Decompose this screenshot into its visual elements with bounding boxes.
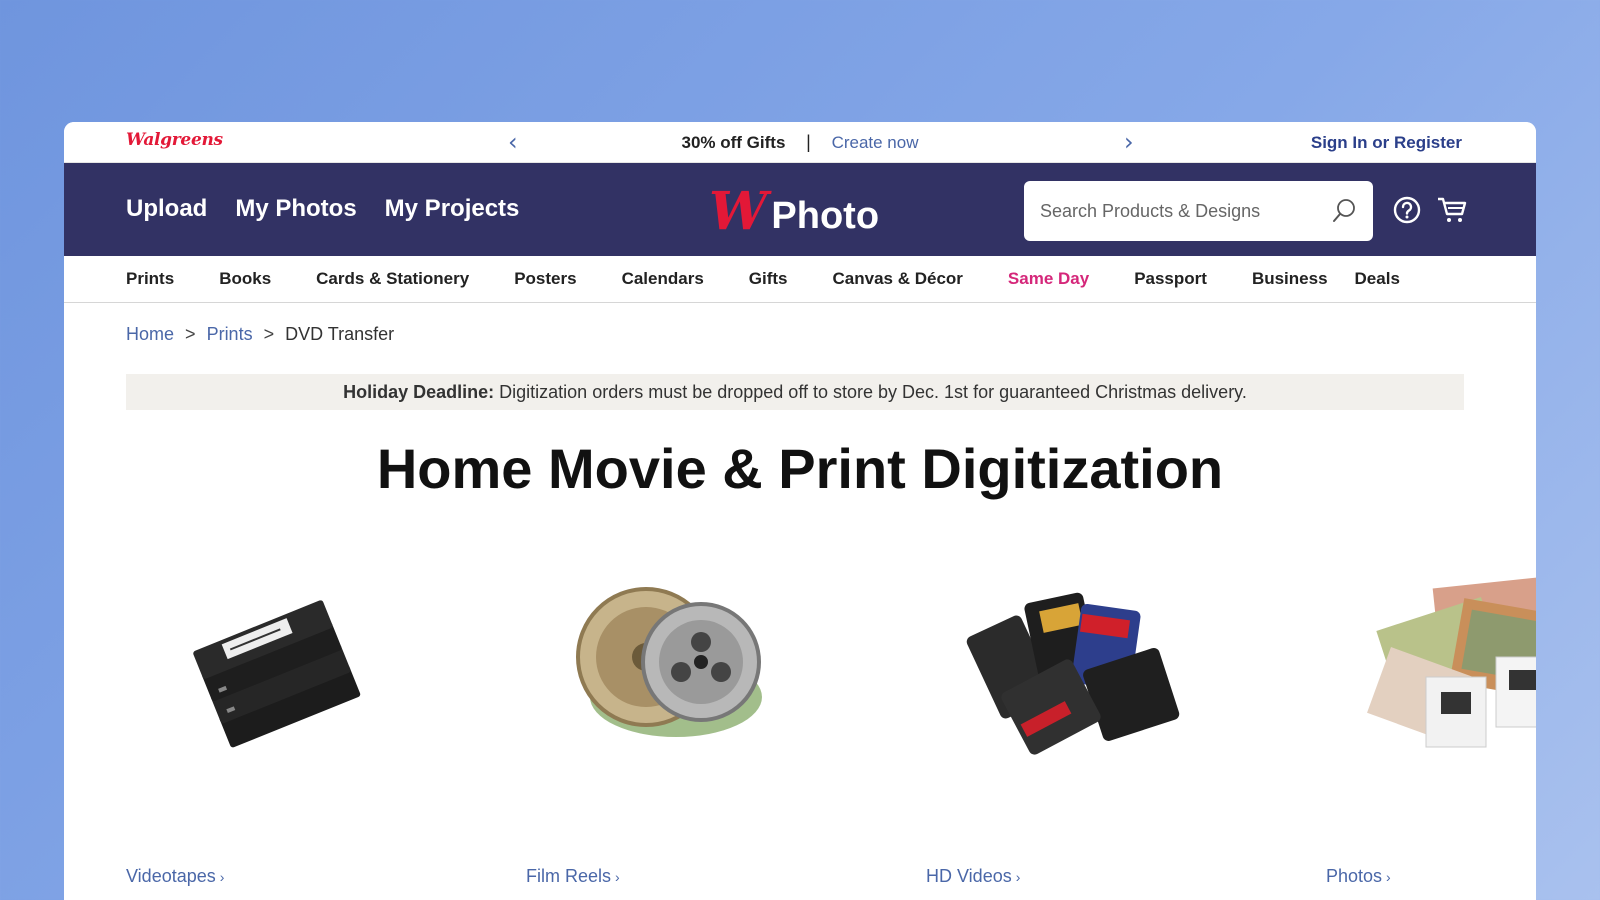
walgreens-photo-logo[interactable]: W Photo	[709, 185, 879, 238]
promo-text: 30% off Gifts	[681, 133, 786, 152]
photos-link[interactable]: Photos ›	[1326, 866, 1391, 887]
digitization-cards: Videotapes › Film Reels › HD Videos › Ph…	[126, 562, 1536, 892]
promo-next-chevron-icon[interactable]: ›	[1124, 128, 1134, 156]
category-books[interactable]: Books	[219, 269, 271, 289]
card-photos[interactable]: Photos ›	[1326, 562, 1536, 892]
nav-my-photos[interactable]: My Photos	[235, 195, 356, 223]
film-reels-image	[576, 587, 762, 737]
category-gifts[interactable]: Gifts	[749, 269, 788, 289]
nav-my-projects[interactable]: My Projects	[385, 195, 520, 223]
nav-upload[interactable]: Upload	[126, 195, 207, 223]
search-box	[1024, 181, 1373, 241]
card-hd-videos[interactable]: HD Videos ›	[926, 562, 1226, 892]
category-deals[interactable]: Deals	[1355, 269, 1400, 289]
chevron-right-icon: ›	[615, 869, 620, 885]
photos-and-slides-image	[1367, 575, 1536, 748]
w-logo-icon: W	[709, 180, 768, 242]
photos-label: Photos	[1326, 866, 1383, 886]
category-calendars[interactable]: Calendars	[622, 269, 704, 289]
chevron-right-icon: ›	[219, 869, 225, 885]
search-input[interactable]	[1040, 200, 1331, 222]
hd-videos-label: HD Videos	[926, 866, 1012, 886]
card-videotapes[interactable]: Videotapes ›	[126, 562, 426, 892]
chevron-right-icon: ›	[1386, 869, 1391, 885]
browser-window: Walgreens ‹ 30% off Gifts | Create now ›…	[64, 122, 1536, 900]
chevron-right-icon: ›	[1015, 869, 1021, 885]
breadcrumb-separator: >	[263, 324, 275, 344]
promo-bar: Walgreens ‹ 30% off Gifts | Create now ›…	[64, 122, 1536, 163]
breadcrumb: Home > Prints > DVD Transfer	[126, 324, 394, 345]
category-prints[interactable]: Prints	[126, 269, 174, 289]
videotapes-link[interactable]: Videotapes ›	[126, 866, 224, 887]
page-title: Home Movie & Print Digitization	[376, 437, 1224, 500]
videotapes-image	[193, 600, 361, 748]
search-icon[interactable]	[1331, 198, 1357, 224]
hd-videos-link[interactable]: HD Videos ›	[926, 866, 1020, 887]
header-nav: Upload My Photos My Projects	[126, 195, 519, 223]
photo-logo-text: Photo	[771, 195, 880, 237]
breadcrumb-current: DVD Transfer	[285, 324, 395, 344]
breadcrumb-prints[interactable]: Prints	[207, 324, 253, 344]
breadcrumb-separator: >	[185, 324, 196, 344]
notice-text: Digitization orders must be dropped off …	[494, 382, 1247, 402]
create-now-link[interactable]: Create now	[832, 133, 919, 152]
sign-in-register-link[interactable]: Sign In or Register	[1311, 133, 1462, 153]
card-film-reels[interactable]: Film Reels ›	[526, 562, 826, 892]
holiday-deadline-notice: Holiday Deadline: Digitization orders mu…	[126, 374, 1464, 410]
category-nav: Prints Books Cards & Stationery Posters Cale…	[64, 256, 1536, 303]
memory-cards-image	[966, 592, 1180, 755]
film-reels-link[interactable]: Film Reels ›	[526, 866, 620, 887]
promo-separator: |	[806, 132, 811, 152]
videotapes-label: Videotapes	[126, 866, 216, 886]
cart-icon[interactable]	[1436, 195, 1468, 225]
category-canvas-d-cor[interactable]: Canvas & Décor	[833, 269, 963, 289]
category-passport[interactable]: Passport	[1134, 269, 1207, 289]
category-same-day[interactable]: Same Day	[1008, 269, 1089, 289]
category-business[interactable]: Business	[1252, 269, 1328, 289]
film-reels-label: Film Reels	[526, 866, 612, 886]
help-icon[interactable]	[1392, 195, 1422, 225]
main-header: Upload My Photos My Projects W Photo	[64, 163, 1536, 256]
notice-label: Holiday Deadline:	[343, 382, 495, 402]
breadcrumb-home[interactable]: Home	[126, 324, 174, 344]
category-posters[interactable]: Posters	[514, 269, 576, 289]
category-cards-stationery[interactable]: Cards & Stationery	[316, 269, 469, 289]
